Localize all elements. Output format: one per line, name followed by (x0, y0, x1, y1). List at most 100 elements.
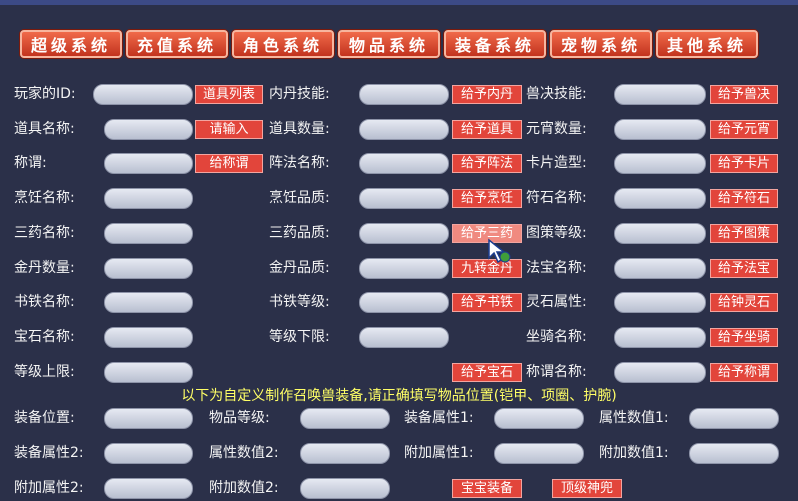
three-medicine-name-input[interactable] (104, 223, 193, 244)
item-list-button[interactable]: 道具列表 (195, 85, 263, 104)
book-iron-level-input[interactable] (359, 292, 449, 313)
golden-pill-quality-label: 金丹品质: (269, 260, 330, 276)
card-model-input[interactable] (614, 153, 706, 174)
give-formation-button[interactable]: 给予阵法 (452, 154, 522, 173)
player-id-input[interactable] (93, 84, 193, 105)
book-iron-name-label: 书铁名称: (14, 294, 75, 310)
inner-pill-skill-label: 内丹技能: (269, 86, 330, 102)
gem-name-input[interactable] (104, 327, 193, 348)
spirit-stone-attr-label: 灵石属性: (526, 294, 587, 310)
form-row: 书铁名称: 书铁等级: 给予书铁 灵石属性: 给钟灵石 (0, 290, 798, 314)
cooking-quality-input[interactable] (359, 188, 449, 209)
item-count-label: 道具数量: (269, 121, 330, 137)
three-medicine-quality-input[interactable] (359, 223, 449, 244)
beast-skill-label: 兽决技能: (526, 86, 587, 102)
cooking-name-label: 烹饪名称: (14, 190, 75, 206)
equip-attr1-input[interactable] (494, 408, 584, 429)
equip-position-input[interactable] (104, 408, 193, 429)
level-lower-limit-label: 等级下限: (269, 329, 330, 345)
give-tuce-button[interactable]: 给予图策 (710, 224, 778, 243)
golden-pill-quality-input[interactable] (359, 258, 449, 279)
tab-equipment-system[interactable]: 装备系统 (444, 30, 546, 58)
cooking-quality-label: 烹饪品质: (269, 190, 330, 206)
give-title-name-button[interactable]: 给予称谓 (710, 363, 778, 382)
attr-value1-input[interactable] (689, 408, 779, 429)
tab-item-system[interactable]: 物品系统 (338, 30, 440, 58)
tab-other-system[interactable]: 其他系统 (656, 30, 758, 58)
equip-attr2-label: 装备属性2: (14, 445, 84, 461)
item-level-input[interactable] (300, 408, 390, 429)
give-title-button[interactable]: 给称谓 (195, 154, 263, 173)
gem-name-label: 宝石名称: (14, 329, 75, 345)
beast-skill-input[interactable] (614, 84, 706, 105)
book-iron-name-input[interactable] (104, 292, 193, 313)
item-count-input[interactable] (359, 119, 449, 140)
yuanxiao-count-label: 元宵数量: (526, 121, 587, 137)
level-upper-limit-input[interactable] (104, 362, 193, 383)
three-medicine-name-label: 三药名称: (14, 225, 75, 241)
form-row: 道具名称: 请输入 道具数量: 给予道具 元宵数量: 给予元宵 (0, 117, 798, 141)
give-yuanxiao-button[interactable]: 给予元宵 (710, 120, 778, 139)
extra-attr2-label: 附加属性2: (14, 480, 84, 496)
extra-value2-label: 附加数值2: (209, 480, 279, 496)
tuce-level-input[interactable] (614, 223, 706, 244)
give-beast-skill-button[interactable]: 给予兽决 (710, 85, 778, 104)
golden-pill-count-input[interactable] (104, 258, 193, 279)
level-lower-limit-input[interactable] (359, 327, 449, 348)
title-input[interactable] (104, 153, 193, 174)
title-label: 称谓: (14, 155, 47, 171)
please-input-button[interactable]: 请输入 (195, 120, 263, 139)
player-id-label: 玩家的ID: (14, 86, 76, 102)
give-item-button[interactable]: 给予道具 (452, 120, 522, 139)
top-divine-helmet-button[interactable]: 顶级神兜 (552, 479, 622, 498)
cooking-name-input[interactable] (104, 188, 193, 209)
extra-value2-input[interactable] (300, 478, 390, 499)
give-gem-button[interactable]: 给予宝石 (452, 363, 522, 382)
item-level-label: 物品等级: (209, 410, 270, 426)
attr-value1-label: 属性数值1: (599, 410, 669, 426)
window-top-strip (0, 0, 798, 5)
tuce-level-label: 图策等级: (526, 225, 587, 241)
attr-value2-input[interactable] (300, 443, 390, 464)
give-inner-pill-button[interactable]: 给予内丹 (452, 85, 522, 104)
item-name-input[interactable] (104, 119, 193, 140)
extra-attr2-input[interactable] (104, 478, 193, 499)
tab-pet-system[interactable]: 宠物系统 (550, 30, 652, 58)
treasure-name-input[interactable] (614, 258, 706, 279)
give-mount-button[interactable]: 给予坐骑 (710, 328, 778, 347)
give-treasure-button[interactable]: 给予法宝 (710, 259, 778, 278)
rune-name-input[interactable] (614, 188, 706, 209)
spirit-stone-attr-input[interactable] (614, 292, 706, 313)
formation-name-label: 阵法名称: (269, 155, 330, 171)
tab-recharge-system[interactable]: 充值系统 (126, 30, 228, 58)
extra-attr1-input[interactable] (494, 443, 584, 464)
title-name-input[interactable] (614, 362, 706, 383)
mount-name-label: 坐骑名称: (526, 329, 587, 345)
inner-pill-skill-input[interactable] (359, 84, 449, 105)
equip-position-label: 装备位置: (14, 410, 75, 426)
rune-name-label: 符石名称: (526, 190, 587, 206)
mount-name-input[interactable] (614, 327, 706, 348)
treasure-name-label: 法宝名称: (526, 260, 587, 276)
tab-role-system[interactable]: 角色系统 (232, 30, 334, 58)
extra-value1-input[interactable] (689, 443, 779, 464)
yuanxiao-count-input[interactable] (614, 119, 706, 140)
tab-super-system[interactable]: 超级系统 (20, 30, 122, 58)
form-row: 称谓: 给称谓 阵法名称: 给予阵法 卡片造型: 给予卡片 (0, 151, 798, 175)
equip-attr2-input[interactable] (104, 443, 193, 464)
title-name-label: 称谓名称: (526, 364, 587, 380)
equip-row: 附加属性2: 附加数值2: 宝宝装备 顶级神兜 (0, 476, 798, 500)
give-spirit-stone-button[interactable]: 给钟灵石 (710, 293, 778, 312)
extra-value1-label: 附加数值1: (599, 445, 669, 461)
golden-pill-count-label: 金丹数量: (14, 260, 75, 276)
formation-name-input[interactable] (359, 153, 449, 174)
give-book-iron-button[interactable]: 给予书铁 (452, 293, 522, 312)
give-rune-button[interactable]: 给予符石 (710, 189, 778, 208)
pet-equipment-button[interactable]: 宝宝装备 (452, 479, 522, 498)
give-card-button[interactable]: 给予卡片 (710, 154, 778, 173)
equip-row: 装备属性2: 属性数值2: 附加属性1: 附加数值1: (0, 441, 798, 465)
form-row: 玩家的ID: 道具列表 内丹技能: 给予内丹 兽决技能: 给予兽决 (0, 82, 798, 106)
give-cooking-button[interactable]: 给予烹饪 (452, 189, 522, 208)
form-row: 金丹数量: 金丹品质: 九转金丹 法宝名称: 给予法宝 (0, 256, 798, 280)
level-upper-limit-label: 等级上限: (14, 364, 75, 380)
